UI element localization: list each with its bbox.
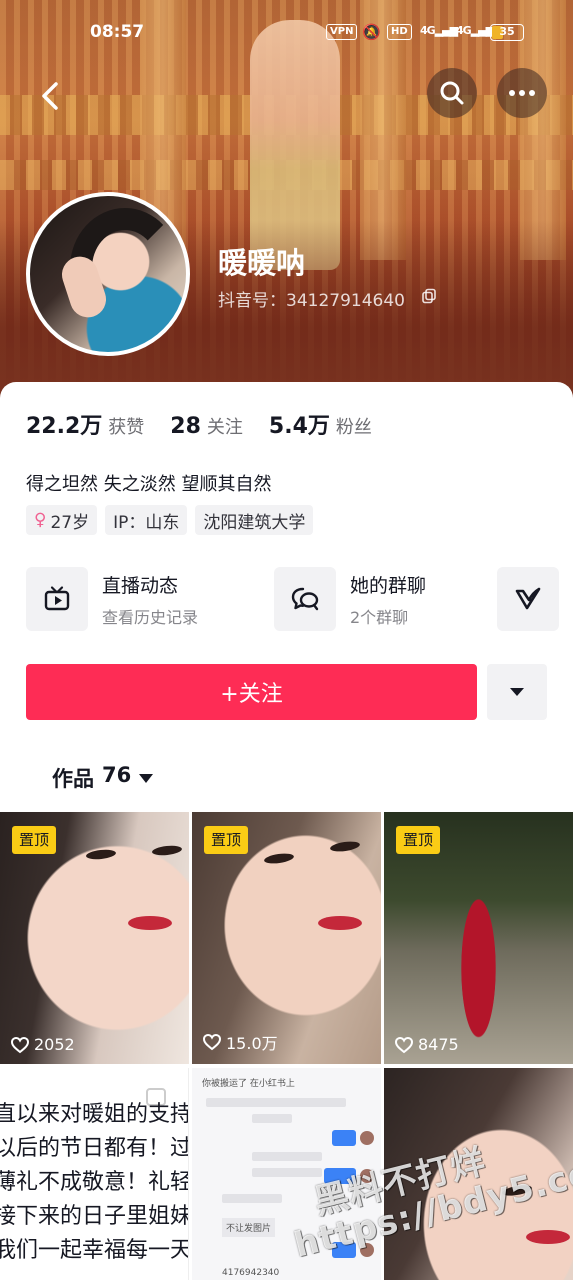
nickname: 暖暖呐 xyxy=(218,246,306,280)
followers-count[interactable]: 5.4万 xyxy=(269,408,330,440)
following-count[interactable]: 28 xyxy=(170,414,201,439)
group-chat-entry[interactable]: 她的群聊 2个群聊 xyxy=(274,566,426,632)
heart-icon xyxy=(202,1033,222,1051)
live-entry-sub: 查看历史记录 xyxy=(102,607,199,627)
video-tile[interactable]: 置顶 15.0万 xyxy=(192,812,381,1064)
copy-icon[interactable] xyxy=(421,288,437,304)
thumb-lips xyxy=(128,916,172,930)
stats-row: 22.2万 获赞 28 关注 5.4万 粉丝 xyxy=(26,408,398,442)
vpn-badge: VPN xyxy=(326,24,358,40)
works-tab-count: 76 xyxy=(102,763,132,787)
pinned-badge: 置顶 xyxy=(12,826,57,854)
chat-tag-text: 不让发图片 xyxy=(222,1218,276,1237)
video-likes: 8475 xyxy=(394,1035,459,1054)
tab-works[interactable]: 作品 76 xyxy=(52,763,154,793)
female-icon: ♀ xyxy=(34,510,47,530)
heart-icon xyxy=(394,1036,414,1053)
chat-avatar xyxy=(360,1131,374,1145)
hd-badge: HD xyxy=(387,24,412,40)
follow-button[interactable]: +关注 xyxy=(26,664,477,720)
live-entry-title: 直播动态 xyxy=(102,574,179,597)
chat-top-text: 你被搬运了 在小红书上 xyxy=(202,1079,295,1089)
video-tile[interactable]: 置顶 2052 xyxy=(0,812,189,1064)
thumb-eye xyxy=(329,839,361,854)
chat-line xyxy=(252,1114,292,1123)
ip-text: IP：山东 xyxy=(113,512,180,533)
status-time: 08:57 xyxy=(90,22,145,42)
search-icon xyxy=(440,81,464,105)
pinned-badge: 置顶 xyxy=(204,826,249,854)
text-post-line: 以后的节日都有！过 xyxy=(0,1136,189,1161)
age-tag: ♀ 27岁 xyxy=(26,505,98,535)
video-likes-count: 8475 xyxy=(418,1035,459,1054)
v-logo-icon xyxy=(497,567,559,631)
triangle-down-icon xyxy=(510,688,524,696)
chat-icon xyxy=(274,567,336,631)
video-likes-count: 15.0万 xyxy=(226,1034,278,1053)
chat-line xyxy=(222,1194,282,1203)
pinned-badge: 置顶 xyxy=(396,826,441,854)
signal-icon: 4G▂▄▆ xyxy=(456,24,494,37)
video-tile[interactable]: 置顶 8475 xyxy=(384,812,573,1064)
thumb-eye xyxy=(151,844,183,857)
tv-icon xyxy=(26,567,88,631)
chat-line xyxy=(252,1152,322,1161)
bio: 得之坦然 失之淡然 望顺其自然 xyxy=(26,474,272,495)
douyin-id: 抖音号：34127914640 xyxy=(218,291,405,311)
more-icon xyxy=(509,90,535,96)
likes-label[interactable]: 获赞 xyxy=(108,413,144,439)
following-label[interactable]: 关注 xyxy=(207,413,243,439)
video-likes: 2052 xyxy=(10,1035,75,1054)
text-post: 直以来对暖姐的支持 以后的节日都有！过 薄礼不成敬意！礼轻 接下来的日子里姐妹 … xyxy=(0,1098,189,1268)
search-button[interactable] xyxy=(427,68,477,118)
video-tile[interactable]: 直以来对暖姐的支持 以后的节日都有！过 薄礼不成敬意！礼轻 接下来的日子里姐妹 … xyxy=(0,1068,189,1280)
likes-count[interactable]: 22.2万 xyxy=(26,408,102,440)
video-likes: 15.0万 xyxy=(202,1030,278,1054)
followers-label[interactable]: 粉丝 xyxy=(336,413,372,439)
age-text: 27岁 xyxy=(50,512,90,533)
group-entry-sub: 2个群聊 xyxy=(350,607,409,627)
more-button[interactable] xyxy=(497,68,547,118)
follow-more-button[interactable] xyxy=(487,664,547,720)
signal-label: 4G xyxy=(420,24,436,37)
thumb-lips xyxy=(526,1230,570,1244)
school-tag[interactable]: 沈阳建筑大学 xyxy=(195,505,314,535)
status-bar: 08:57 VPN 🔕 HD 4G▂▄▆ 4G▂▄▆ 35 xyxy=(0,18,573,48)
triangle-down-icon xyxy=(139,773,154,783)
signal-label: 4G xyxy=(456,24,472,37)
thumb-lips xyxy=(318,916,362,930)
group-entry-title: 她的群聊 xyxy=(350,574,427,597)
chat-line xyxy=(206,1098,346,1107)
battery-level: 35 xyxy=(499,25,515,38)
chat-bottom-number: 4176942340 xyxy=(222,1268,280,1278)
quick-entries: 直播动态 查看历史记录 她的群聊 2个群聊 xyxy=(26,566,573,636)
text-post-line: 薄礼不成敬意！礼轻 xyxy=(0,1170,189,1195)
profile-tags: ♀ 27岁 IP：山东 沈阳建筑大学 xyxy=(26,505,314,535)
works-tab-label: 作品 xyxy=(52,767,94,791)
thumb-eye xyxy=(85,848,117,861)
heart-icon xyxy=(10,1036,30,1053)
chat-bubble xyxy=(332,1130,356,1146)
ip-tag: IP：山东 xyxy=(105,505,188,535)
back-arrow-icon xyxy=(42,82,58,110)
text-post-line: 我们一起幸福每一天 xyxy=(0,1238,189,1263)
avatar[interactable] xyxy=(26,192,190,356)
battery-icon: 35 xyxy=(490,24,524,41)
text-post-line: 接下来的日子里姐妹 xyxy=(0,1204,189,1229)
thumb-eye xyxy=(263,851,295,866)
v-logo-entry[interactable] xyxy=(497,566,559,632)
video-likes-count: 2052 xyxy=(34,1035,75,1054)
mute-bell-icon: 🔕 xyxy=(362,23,381,41)
text-post-line: 直以来对暖姐的支持 xyxy=(0,1102,189,1127)
school-text: 沈阳建筑大学 xyxy=(203,512,306,533)
back-button[interactable] xyxy=(36,76,66,116)
live-history-entry[interactable]: 直播动态 查看历史记录 xyxy=(26,566,198,632)
signal-icon: 4G▂▄▆ xyxy=(420,24,458,37)
